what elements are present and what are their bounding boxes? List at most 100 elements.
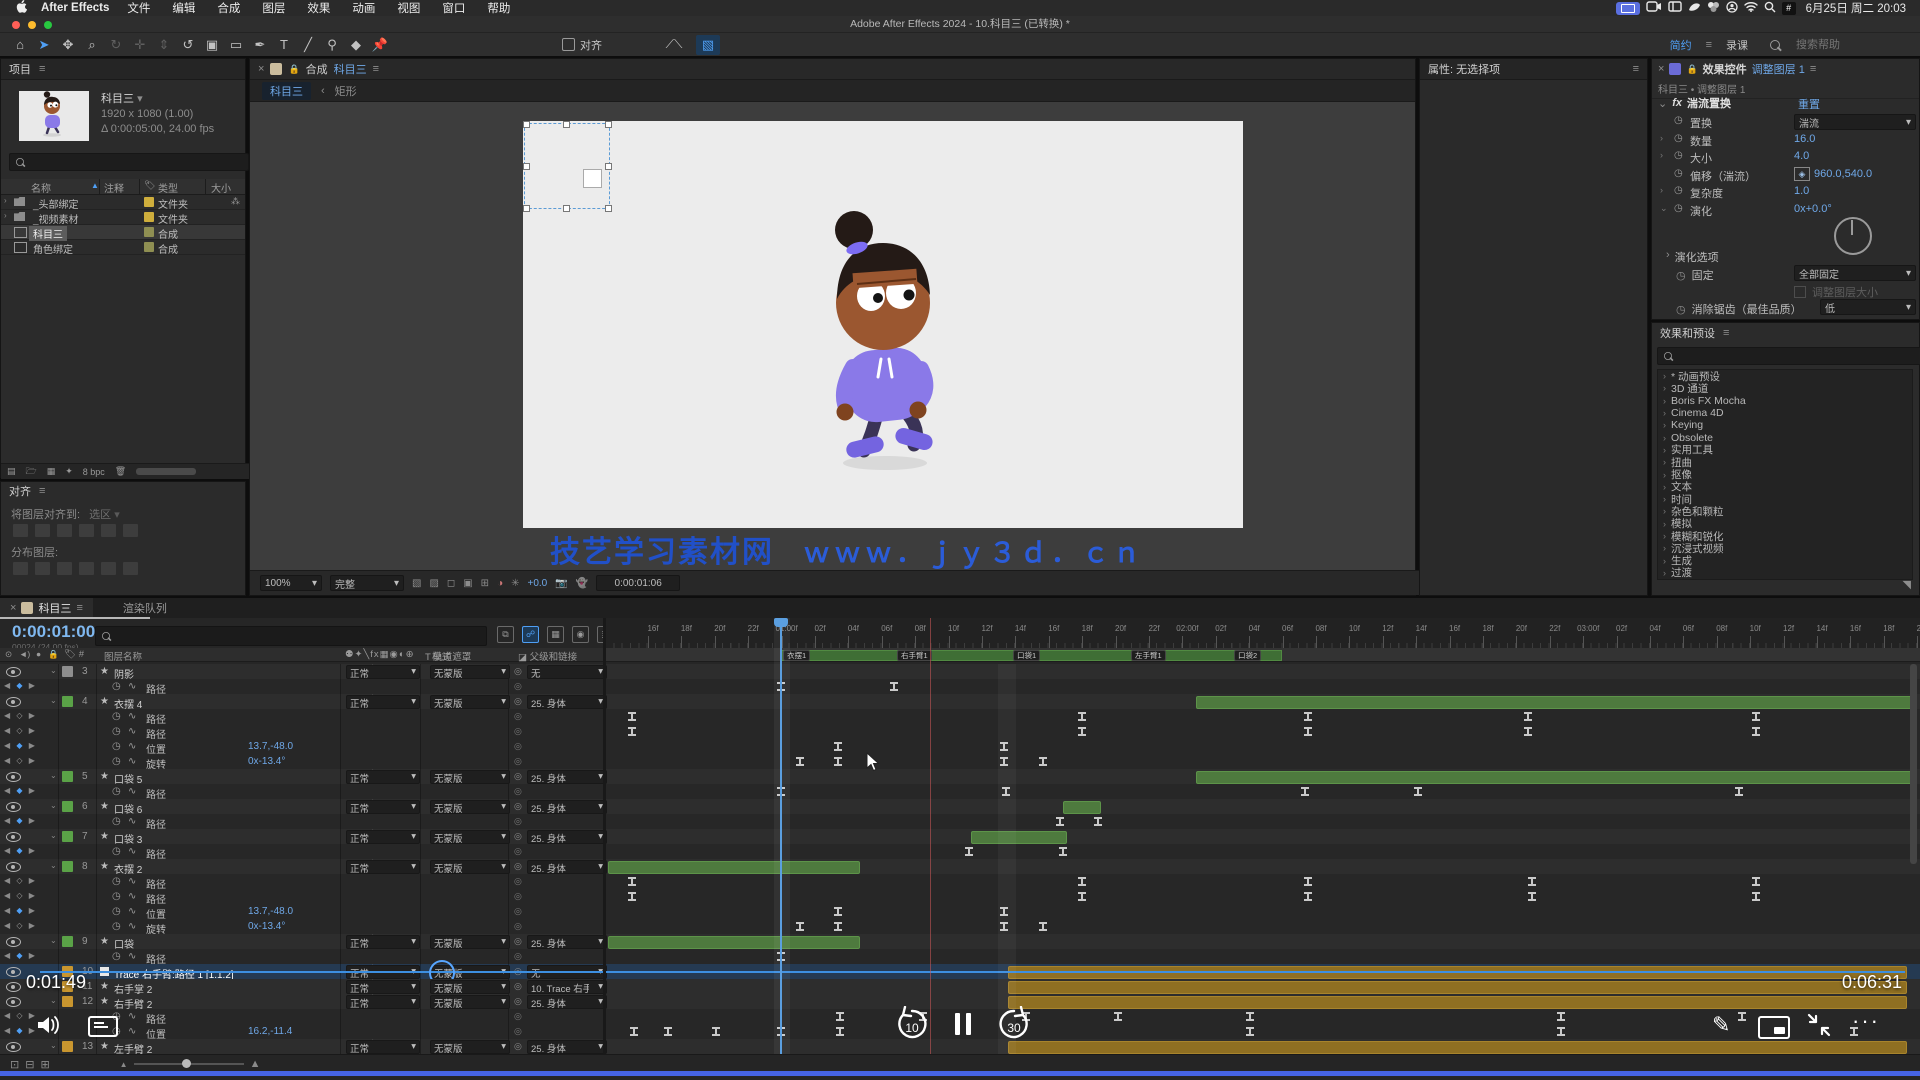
layer-expander-icon[interactable]: ⌄ xyxy=(50,1041,57,1050)
selection-handle[interactable] xyxy=(563,205,570,212)
matte-value-dropdown[interactable]: 无蒙版▾ xyxy=(430,665,510,679)
keyframe-icon[interactable] xyxy=(1738,1012,1746,1021)
zoom-level-dropdown[interactable]: 100%▾ xyxy=(260,575,322,591)
matte-value-dropdown[interactable]: 无蒙版▾ xyxy=(430,980,510,994)
layer-parent-dropdown[interactable]: 25. 身体▾ xyxy=(527,935,607,949)
layer-expander-icon[interactable]: ⌄ xyxy=(50,831,57,840)
keyframe-icon[interactable] xyxy=(1735,787,1743,796)
property-stopwatch-icon[interactable]: ◷ xyxy=(112,876,121,887)
keyframe-navigator[interactable]: ◀ ◆ ▶ xyxy=(4,681,37,690)
keyframe-icon[interactable] xyxy=(834,922,842,931)
av-eye-icon[interactable]: ⊙ xyxy=(5,649,12,660)
layer-duration-bar[interactable] xyxy=(1063,801,1101,814)
keyframe-icon[interactable] xyxy=(1039,922,1047,931)
ruler-grid-icon[interactable]: ▧ xyxy=(412,578,421,589)
frame-blend-icon[interactable]: ▦ xyxy=(547,626,564,643)
resolution-dropdown[interactable]: 完整▾ xyxy=(330,575,404,591)
property-stopwatch-icon[interactable]: ◷ xyxy=(112,921,121,932)
transparency-grid-icon[interactable]: ▨ xyxy=(429,578,438,589)
row-expander-icon[interactable]: › xyxy=(4,196,7,205)
parent-pickwhip-icon[interactable]: ◎ xyxy=(514,771,522,782)
project-new-comp-icon[interactable]: ▦ xyxy=(47,466,56,477)
project-row-name[interactable]: 角色绑定 xyxy=(29,241,77,256)
layer-parent-dropdown[interactable]: 10. Trace 右手▾ xyxy=(527,980,607,994)
project-row-name[interactable]: _头部绑定 xyxy=(29,196,83,211)
sort-ascending-icon[interactable]: ▲ xyxy=(91,181,99,190)
property-stopwatch-icon[interactable]: ◷ xyxy=(112,816,121,827)
layer-color-chip[interactable] xyxy=(62,771,73,782)
property-stopwatch-icon[interactable]: ◷ xyxy=(1674,115,1683,126)
distribute-button[interactable] xyxy=(57,562,72,575)
effects-category[interactable]: ›文本 xyxy=(1658,481,1912,493)
pen-tool[interactable]: ✒ xyxy=(248,35,272,55)
menubar-clock[interactable]: 6月25日 周二 20:03 xyxy=(1806,0,1906,16)
property-value[interactable]: 1.0 xyxy=(1794,185,1809,197)
timeline-tab-close-icon[interactable]: × xyxy=(10,602,16,614)
timeline-property-row[interactable]: ◀ ◇ ▶◷∿旋转0x-13.4°◎ xyxy=(0,919,1920,935)
menubar-app-name[interactable]: After Effects xyxy=(41,2,109,14)
comp-mini-flowchart-icon[interactable]: ⧉ xyxy=(497,626,514,643)
timeline-property-row[interactable]: ◀ ◇ ▶◷∿路径◎ xyxy=(0,724,1920,740)
apple-menu-icon[interactable] xyxy=(16,0,27,16)
property-dropdown[interactable]: 湍流▾ xyxy=(1794,114,1916,130)
player-skip-forward-button[interactable]: 30 xyxy=(995,1006,1033,1047)
timeline-property-row[interactable]: ◀ ◆ ▶◷∿位置13.7,-48.0◎ xyxy=(0,904,1920,920)
category-chevron-icon[interactable]: › xyxy=(1663,470,1666,480)
keyframe-navigator[interactable]: ◀ ◇ ▶ xyxy=(4,876,37,885)
category-chevron-icon[interactable]: › xyxy=(1663,482,1666,492)
row-expander-icon[interactable]: › xyxy=(4,211,7,220)
project-column-0[interactable]: 名称 xyxy=(31,180,51,195)
effects-presets-search-box[interactable] xyxy=(1657,347,1920,365)
timeline-layer-row[interactable]: ⌄3★阴影⚉◇╱正常▾◎无蒙版▾◎无▾ xyxy=(0,664,1920,680)
keyframe-icon[interactable] xyxy=(664,1027,672,1036)
hand-tool[interactable]: ✥ xyxy=(56,35,80,55)
row-chevron-icon[interactable]: › xyxy=(1660,133,1663,143)
player-progress-bar[interactable] xyxy=(0,1071,1920,1076)
breadcrumb-prev[interactable]: 矩形 xyxy=(335,83,357,99)
keyframe-icon[interactable] xyxy=(1557,1027,1565,1036)
timeline-zoom-thumb[interactable] xyxy=(182,1059,191,1068)
viewer-panel-menu-icon[interactable]: ≡ xyxy=(373,63,379,75)
aa-dropdown[interactable]: 低▾ xyxy=(1820,299,1916,315)
parent-pickwhip-icon[interactable]: ◎ xyxy=(514,711,522,722)
layer-mode-dropdown[interactable]: 正常▾ xyxy=(346,695,420,709)
keyframe-icon[interactable] xyxy=(796,757,804,766)
selection-handle[interactable] xyxy=(605,121,612,128)
effects-category[interactable]: ›实用工具 xyxy=(1658,444,1912,456)
property-stopwatch-icon[interactable]: ◷ xyxy=(1674,168,1683,179)
show-snapshot-icon[interactable]: 👻 xyxy=(576,578,588,589)
keyframe-navigator[interactable]: ◀ ◇ ▶ xyxy=(4,756,37,765)
current-timecode[interactable]: 0:00:01:00 xyxy=(12,622,95,642)
keyframe-icon[interactable] xyxy=(834,907,842,916)
keyframe-icon[interactable] xyxy=(890,682,898,691)
parent-pickwhip-icon[interactable]: ◎ xyxy=(514,891,522,902)
workspace-tab-second[interactable]: 录课 xyxy=(1726,37,1748,53)
rotation-tool[interactable]: ↺ xyxy=(176,35,200,55)
expand-inout-button[interactable]: ⊞ xyxy=(40,1058,49,1071)
keyframe-icon[interactable] xyxy=(1752,892,1760,901)
layer-parent-dropdown[interactable]: 25. 身体▾ xyxy=(527,800,607,814)
selection-handle[interactable] xyxy=(523,163,530,170)
player-pause-button[interactable] xyxy=(952,1013,974,1038)
property-graph-icon[interactable]: ∿ xyxy=(128,921,136,932)
fx-lock-icon[interactable]: 🔒 xyxy=(1686,64,1697,75)
distribute-button[interactable] xyxy=(13,562,28,575)
snapping-tool-icon[interactable]: ▧ xyxy=(696,35,720,55)
matte-value-dropdown[interactable]: 无蒙版▾ xyxy=(430,1040,510,1054)
property-graph-icon[interactable]: ∿ xyxy=(128,891,136,902)
property-graph-icon[interactable]: ∿ xyxy=(128,726,136,737)
keyframe-icon[interactable] xyxy=(1752,712,1760,721)
timeline-layer-row[interactable]: ⌄7★口袋 3⚉◇╱正常▾◎无蒙版▾◎25. 身体▾ xyxy=(0,829,1920,845)
layer-duration-bar[interactable] xyxy=(1008,1041,1907,1054)
player-mute-button[interactable] xyxy=(36,1014,62,1039)
align-toggle[interactable]: 对齐 xyxy=(562,37,602,53)
menubar-item[interactable]: 文件 xyxy=(127,0,150,16)
timeline-layer-row[interactable]: ⌄8★衣摆 2⚉◇╱正常▾◎无蒙版▾◎25. 身体▾ xyxy=(0,859,1920,875)
timeline-property-row[interactable]: ◀ ◆ ▶◷∿路径◎ xyxy=(0,814,1920,830)
effect-controls-menu-icon[interactable]: ≡ xyxy=(1810,63,1816,75)
orbit-tool[interactable]: ↻ xyxy=(104,35,128,55)
window-minimize-button[interactable] xyxy=(28,21,36,29)
timeline-property-row[interactable]: ◀ ◆ ▶◷∿路径◎ xyxy=(0,949,1920,965)
align-button[interactable] xyxy=(79,524,94,537)
project-tab[interactable]: 项目 xyxy=(9,61,31,77)
